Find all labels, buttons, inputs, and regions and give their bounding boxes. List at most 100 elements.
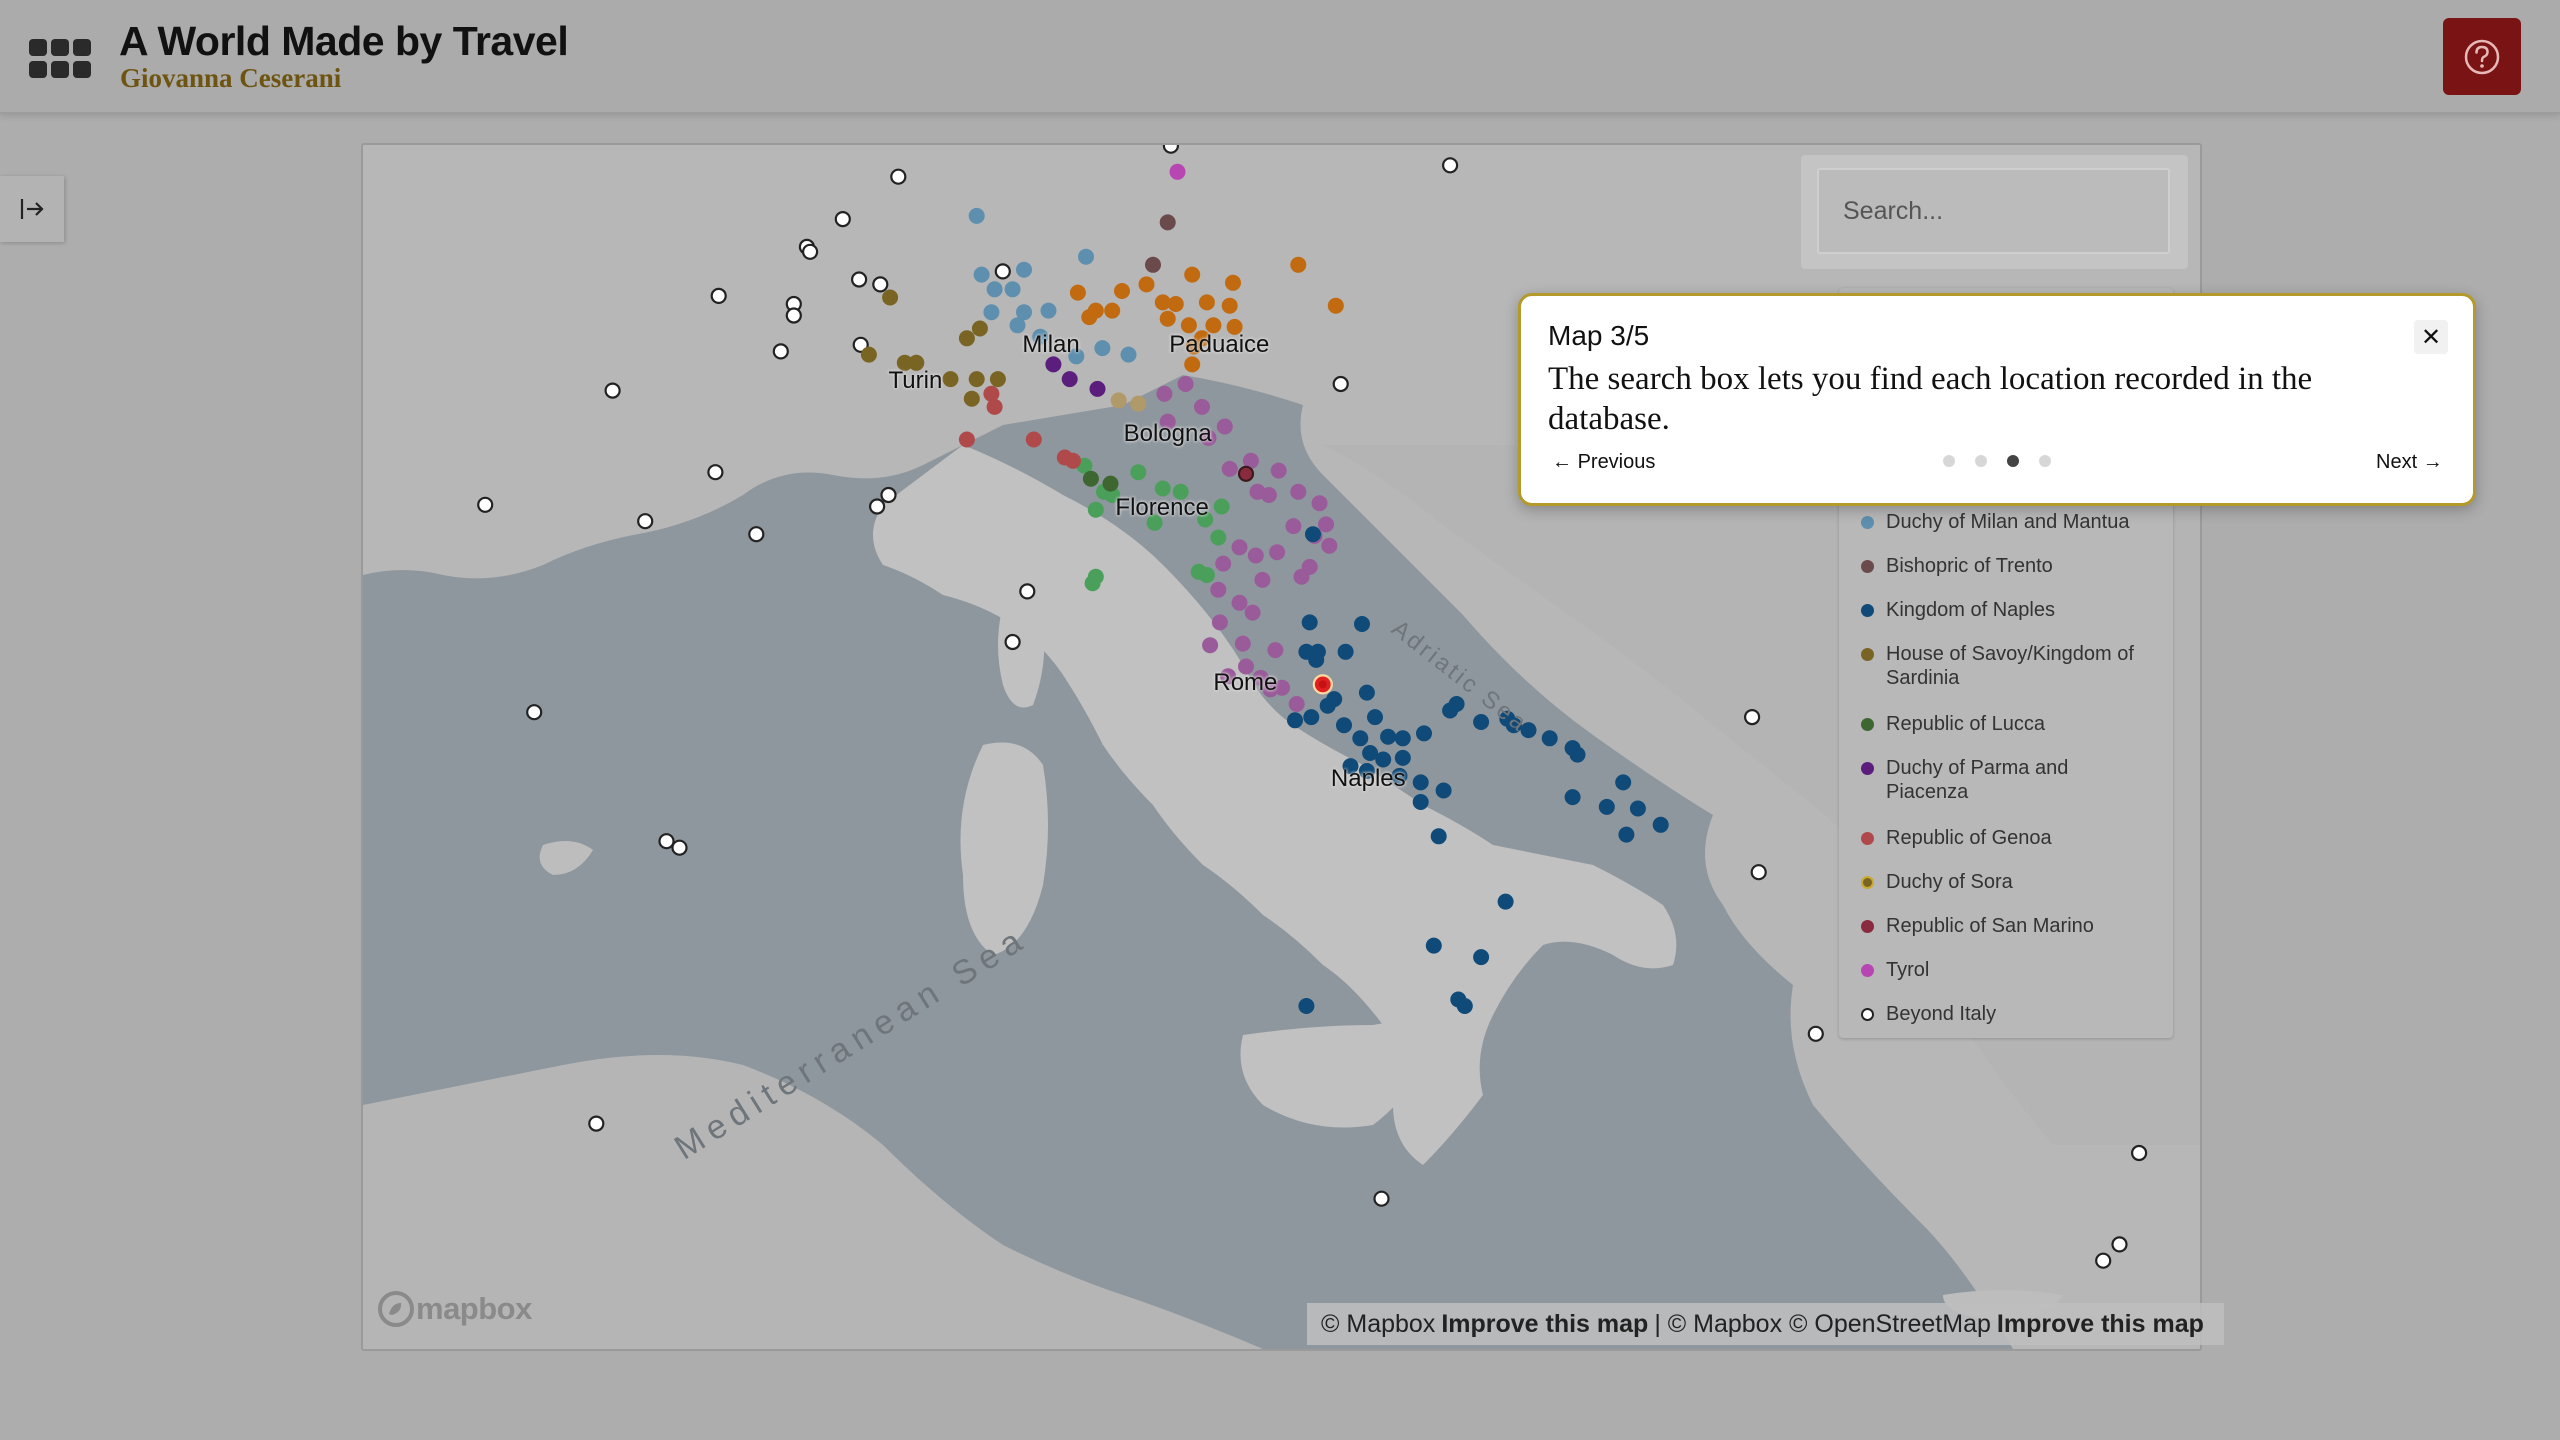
location-marker[interactable] [1652, 816, 1669, 833]
location-marker[interactable] [588, 1115, 605, 1132]
attribution-mapbox-link[interactable]: © Mapbox [1321, 1310, 1435, 1339]
location-marker[interactable] [1184, 266, 1201, 283]
location-marker[interactable] [1456, 998, 1473, 1014]
location-marker[interactable] [1373, 1190, 1390, 1207]
attribution-mapbox-link-2[interactable]: © Mapbox [1668, 1310, 1782, 1339]
location-marker[interactable] [1234, 635, 1251, 652]
location-marker[interactable] [637, 513, 654, 530]
location-marker[interactable] [604, 382, 621, 399]
location-marker[interactable] [1110, 392, 1127, 409]
location-marker[interactable] [1473, 949, 1490, 966]
location-marker[interactable] [1394, 730, 1411, 747]
location-marker[interactable] [1288, 696, 1305, 712]
location-marker[interactable] [1221, 460, 1238, 477]
location-marker[interactable] [1303, 709, 1320, 726]
legend-item[interactable]: Republic of San Marino [1861, 914, 2146, 938]
location-marker[interactable] [477, 496, 494, 513]
tour-dot[interactable] [1943, 455, 1955, 467]
location-marker[interactable] [1194, 398, 1210, 415]
legend-item[interactable]: Republic of Lucca [1861, 712, 2146, 736]
legend-item[interactable]: Republic of Genoa [1861, 826, 2146, 850]
location-marker[interactable] [1321, 537, 1338, 554]
location-marker[interactable] [1807, 1025, 1824, 1042]
location-marker[interactable] [1327, 297, 1344, 314]
location-marker[interactable] [1287, 712, 1303, 729]
location-marker[interactable] [1221, 297, 1238, 314]
location-marker[interactable] [868, 498, 886, 515]
location-marker[interactable] [860, 346, 877, 363]
location-marker[interactable] [1004, 281, 1021, 298]
location-marker[interactable] [1025, 431, 1042, 448]
location-marker[interactable] [1412, 774, 1429, 791]
location-marker[interactable] [802, 243, 819, 260]
location-marker[interactable] [1305, 526, 1321, 543]
location-marker[interactable] [1167, 296, 1184, 312]
location-marker[interactable] [1138, 276, 1155, 293]
next-button[interactable]: Next → [2376, 451, 2443, 474]
location-marker[interactable] [1198, 567, 1215, 583]
location-marker[interactable] [1267, 642, 1284, 659]
location-marker[interactable] [1380, 728, 1397, 745]
location-marker[interactable] [748, 526, 765, 543]
location-marker[interactable] [1184, 356, 1201, 373]
location-marker[interactable] [2095, 1252, 2112, 1269]
location-marker[interactable] [1045, 356, 1062, 373]
location-marker[interactable] [968, 371, 985, 388]
location-marker[interactable] [1441, 157, 1459, 174]
location-marker[interactable] [658, 833, 675, 850]
location-marker[interactable] [1004, 633, 1021, 651]
location-marker[interactable] [1231, 594, 1248, 611]
app-title[interactable]: A World Made by Travel [119, 18, 569, 65]
location-marker[interactable] [1084, 575, 1101, 592]
legend-item[interactable]: Beyond Italy [1861, 1002, 2146, 1026]
improve-map-link[interactable]: Improve this map [1441, 1310, 1648, 1339]
location-marker[interactable] [1269, 544, 1286, 561]
location-marker[interactable] [1216, 418, 1233, 435]
location-marker[interactable] [1069, 284, 1086, 301]
location-marker[interactable] [1244, 604, 1261, 621]
location-marker[interactable] [1114, 283, 1130, 299]
location-marker[interactable] [1094, 340, 1111, 357]
location-marker[interactable] [1211, 614, 1228, 631]
location-marker[interactable] [1061, 371, 1078, 388]
location-marker[interactable] [882, 289, 899, 306]
legend-item[interactable]: Duchy of Parma and Piacenza [1861, 756, 2146, 804]
improve-map-link-2[interactable]: Improve this map [1997, 1310, 2204, 1339]
location-marker[interactable] [1156, 385, 1173, 402]
location-marker[interactable] [1448, 696, 1465, 712]
location-marker[interactable] [1541, 730, 1558, 747]
tour-dot[interactable] [1975, 455, 1987, 467]
location-marker[interactable] [1416, 725, 1432, 742]
location-marker[interactable] [1120, 346, 1137, 363]
location-marker[interactable] [1311, 495, 1328, 512]
location-marker[interactable] [1081, 309, 1098, 326]
location-marker[interactable] [1159, 214, 1176, 231]
location-marker[interactable] [1497, 893, 1514, 910]
location-marker[interactable] [1298, 998, 1315, 1014]
location-marker[interactable] [1425, 937, 1442, 954]
location-marker[interactable] [834, 210, 851, 228]
legend-item[interactable]: Tyrol [1861, 958, 2146, 982]
location-marker[interactable] [958, 330, 975, 347]
location-marker[interactable] [851, 271, 868, 288]
location-marker[interactable] [1102, 475, 1119, 492]
location-marker[interactable] [1198, 294, 1215, 311]
location-marker[interactable] [963, 390, 980, 407]
location-marker[interactable] [1629, 800, 1646, 817]
location-marker[interactable] [986, 281, 1003, 298]
location-marker[interactable] [526, 704, 543, 721]
location-marker[interactable] [880, 486, 897, 504]
location-marker[interactable] [1352, 730, 1369, 747]
tour-dot[interactable] [2007, 455, 2019, 467]
location-marker[interactable] [986, 398, 1003, 415]
location-marker[interactable] [1354, 616, 1370, 632]
tour-dot[interactable] [2039, 455, 2051, 467]
location-marker[interactable] [1260, 487, 1277, 503]
location-marker[interactable] [1332, 375, 1349, 393]
location-marker[interactable] [1318, 516, 1334, 533]
location-marker[interactable] [2111, 1236, 2128, 1253]
location-marker[interactable] [1285, 518, 1302, 535]
close-icon[interactable]: ✕ [2414, 320, 2448, 354]
location-marker[interactable] [1336, 717, 1352, 734]
location-marker[interactable] [1215, 555, 1232, 572]
